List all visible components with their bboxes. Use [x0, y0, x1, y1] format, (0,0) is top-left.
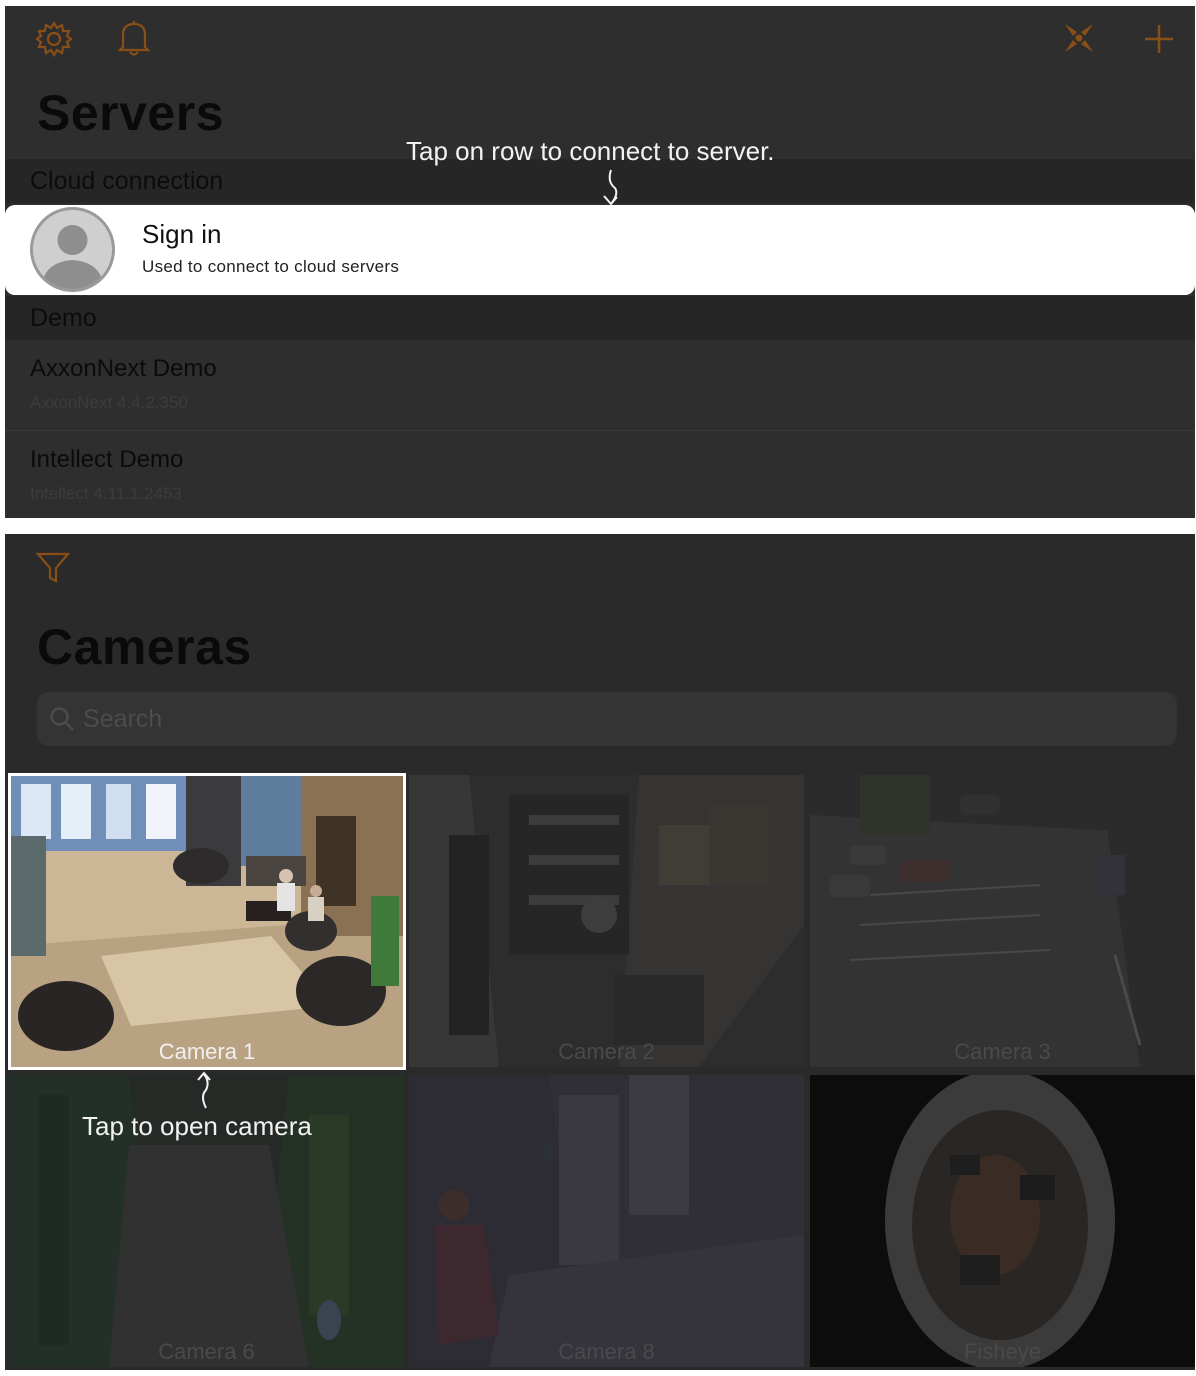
server-name: AxxonNext Demo	[30, 355, 217, 382]
camera-tile-1[interactable]: Camera 1	[8, 773, 406, 1070]
bell-icon[interactable]	[117, 19, 151, 62]
camera-label: Camera 6	[158, 1339, 255, 1364]
sign-in-title: Sign in	[142, 219, 222, 249]
camera-label: Fisheye	[963, 1339, 1042, 1364]
user-placeholder-icon	[41, 225, 104, 289]
page-title: Cameras	[37, 619, 252, 675]
open-camera-hint: Tap to open camera	[82, 1111, 312, 1141]
sign-in-row[interactable]: Sign in Used to connect to cloud servers	[5, 205, 1195, 295]
avatar	[30, 207, 115, 292]
gear-icon[interactable]	[35, 20, 73, 63]
network-icon[interactable]	[1061, 20, 1097, 61]
cameras-screen: Cameras Search Camera 1 Camera 2 Camera …	[5, 534, 1195, 1370]
page-title: Servers	[37, 85, 224, 141]
server-row-axxonnext[interactable]: AxxonNext Demo AxxonNext 4.4.2.350	[5, 341, 1195, 431]
filter-icon[interactable]	[35, 550, 71, 591]
hint-arrow-icon	[197, 1071, 211, 1109]
fisheye-preview-image	[810, 1075, 1195, 1367]
search-input[interactable]	[83, 692, 1163, 746]
camera-2-preview-image	[409, 775, 804, 1067]
camera-tile-fisheye[interactable]: Fisheye	[810, 1075, 1195, 1367]
server-name: Intellect Demo	[30, 446, 184, 473]
camera-label: Camera 1	[158, 1039, 256, 1064]
camera-1-preview-image	[11, 776, 403, 1067]
sign-in-subtitle: Used to connect to cloud servers	[142, 257, 400, 276]
camera-tile-8[interactable]: Camera 8	[409, 1075, 804, 1367]
camera-8-preview-image	[409, 1075, 804, 1367]
search-bar[interactable]	[37, 692, 1177, 746]
camera-3-preview-image	[810, 775, 1195, 1067]
camera-tile-3[interactable]: Camera 3	[810, 775, 1195, 1067]
camera-label: Camera 2	[558, 1039, 655, 1064]
camera-label: Camera 8	[558, 1339, 655, 1364]
hint-arrow-icon	[603, 169, 618, 206]
connect-hint: Tap on row to connect to server.	[406, 136, 775, 166]
plus-icon[interactable]	[1143, 23, 1175, 60]
server-version: Intellect 4.11.1.2453	[30, 484, 182, 503]
server-version: AxxonNext 4.4.2.350	[30, 393, 188, 412]
server-row-intellect[interactable]: Intellect Demo Intellect 4.11.1.2453	[5, 432, 1195, 518]
camera-tile-2[interactable]: Camera 2	[409, 775, 804, 1067]
section-header-demo: Demo	[5, 296, 1195, 340]
search-icon	[50, 707, 74, 731]
camera-label: Camera 3	[954, 1039, 1051, 1064]
servers-screen: Servers Cloud connection Tap on row to c…	[5, 6, 1195, 518]
